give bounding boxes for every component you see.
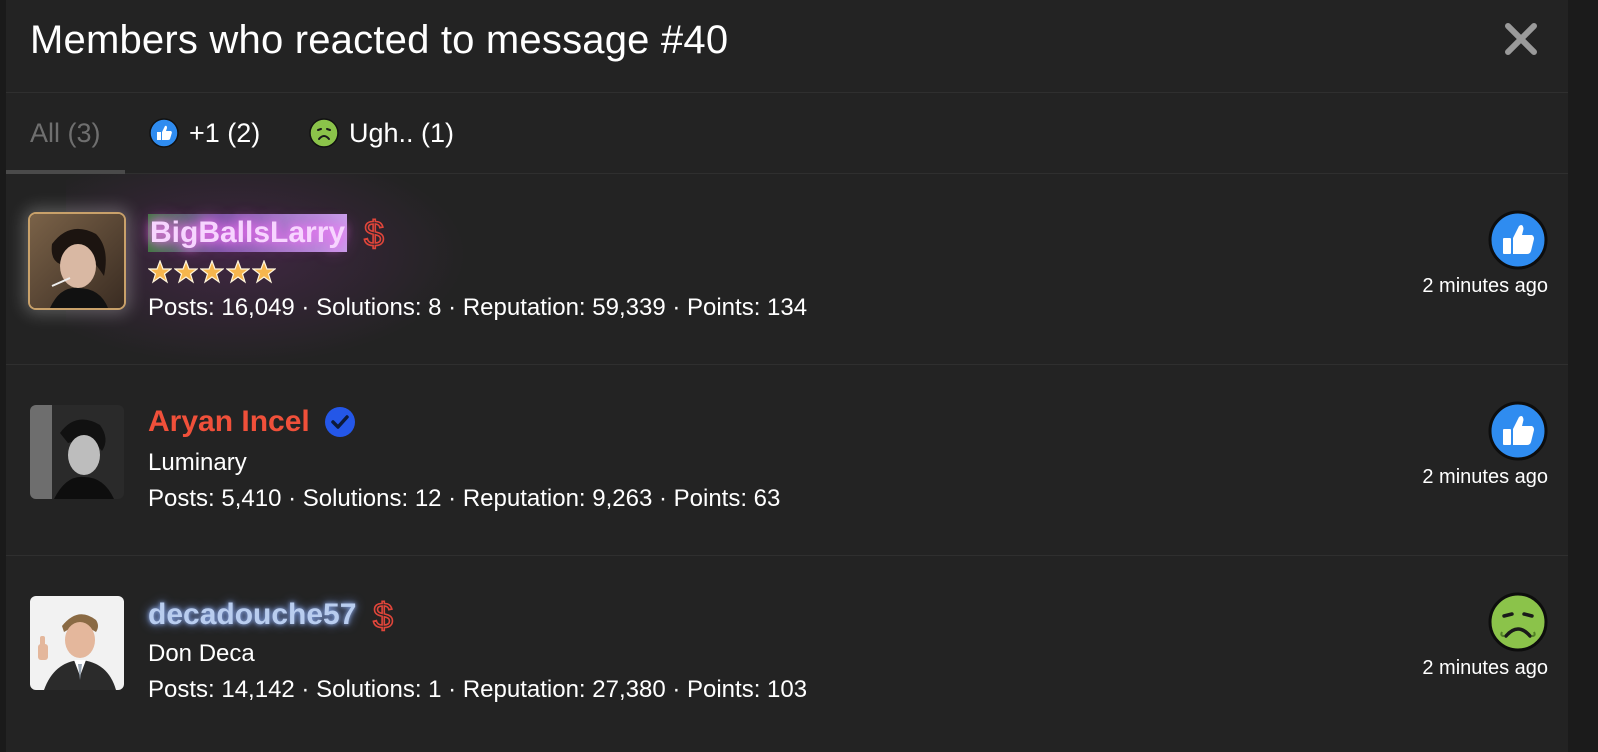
username-link[interactable]: Aryan Incel: [148, 405, 310, 439]
member-title: Don Deca: [148, 640, 255, 667]
avatar-image: [30, 214, 124, 308]
member-title: Luminary: [148, 449, 247, 476]
avatar[interactable]: [30, 405, 124, 499]
star-icon: [174, 260, 198, 284]
member-stats: Posts: 16,049 · Solutions: 8 · Reputatio…: [148, 294, 808, 321]
tab-plus-one-label: +1 (2): [189, 117, 261, 148]
tab-ugh[interactable]: Ugh.. (1): [309, 93, 454, 173]
reaction-time: 2 minutes ago: [1422, 275, 1548, 297]
member-row: BigBallsLarry $ Posts: 16,049 · Solution…: [6, 174, 1568, 374]
reaction-tabs: All (3) +1 (2) Ugh.. (1): [6, 93, 1568, 174]
dollar-icon: $: [373, 596, 395, 634]
avatar-image: [30, 596, 124, 690]
star-icon: [200, 260, 224, 284]
tab-all-label: All (3): [30, 117, 101, 148]
tab-all[interactable]: All (3): [6, 93, 125, 174]
username-line: decadouche57 $: [148, 596, 396, 634]
avatar[interactable]: [30, 214, 124, 308]
avatar[interactable]: [30, 596, 124, 690]
thumbs-up-icon: [149, 118, 179, 148]
username-link[interactable]: decadouche57: [148, 598, 356, 632]
thumbs-up-icon: [1488, 210, 1548, 270]
avatar-image: [30, 405, 124, 499]
member-row: decadouche57 $ Don Deca Posts: 14,142 · …: [6, 556, 1568, 746]
sick-face-icon: [1488, 592, 1548, 652]
username-glow-effect: [66, 174, 486, 374]
verified-check-icon: [324, 407, 355, 437]
username-link[interactable]: BigBallsLarry: [148, 214, 348, 252]
star-icon: [148, 260, 172, 284]
star-icon: [226, 260, 250, 284]
tab-ugh-label: Ugh.. (1): [349, 117, 455, 148]
member-stats: Posts: 5,410 · Solutions: 12 · Reputatio…: [148, 485, 781, 512]
username-line: Aryan Incel: [148, 405, 356, 439]
modal-header: Members who reacted to message #40: [6, 0, 1568, 93]
reaction-time: 2 minutes ago: [1422, 466, 1548, 488]
sick-face-icon: [309, 118, 339, 148]
dollar-icon: $: [363, 214, 385, 252]
reactions-modal: Members who reacted to message #40 All (…: [0, 0, 1568, 752]
star-icon: [252, 260, 276, 284]
username-line: BigBallsLarry $: [148, 214, 387, 252]
reaction-time: 2 minutes ago: [1422, 657, 1548, 679]
thumbs-up-icon: [1488, 401, 1548, 461]
rank-stars: [148, 260, 276, 284]
member-stats: Posts: 14,142 · Solutions: 1 · Reputatio…: [148, 676, 808, 703]
svg-text:$: $: [373, 596, 393, 634]
tab-plus-one[interactable]: +1 (2): [149, 93, 260, 173]
modal-title: Members who reacted to message #40: [30, 18, 729, 62]
member-row: Aryan Incel Luminary Posts: 5,410 · Solu…: [6, 365, 1568, 556]
svg-text:$: $: [364, 214, 384, 252]
close-icon[interactable]: [1504, 22, 1538, 56]
